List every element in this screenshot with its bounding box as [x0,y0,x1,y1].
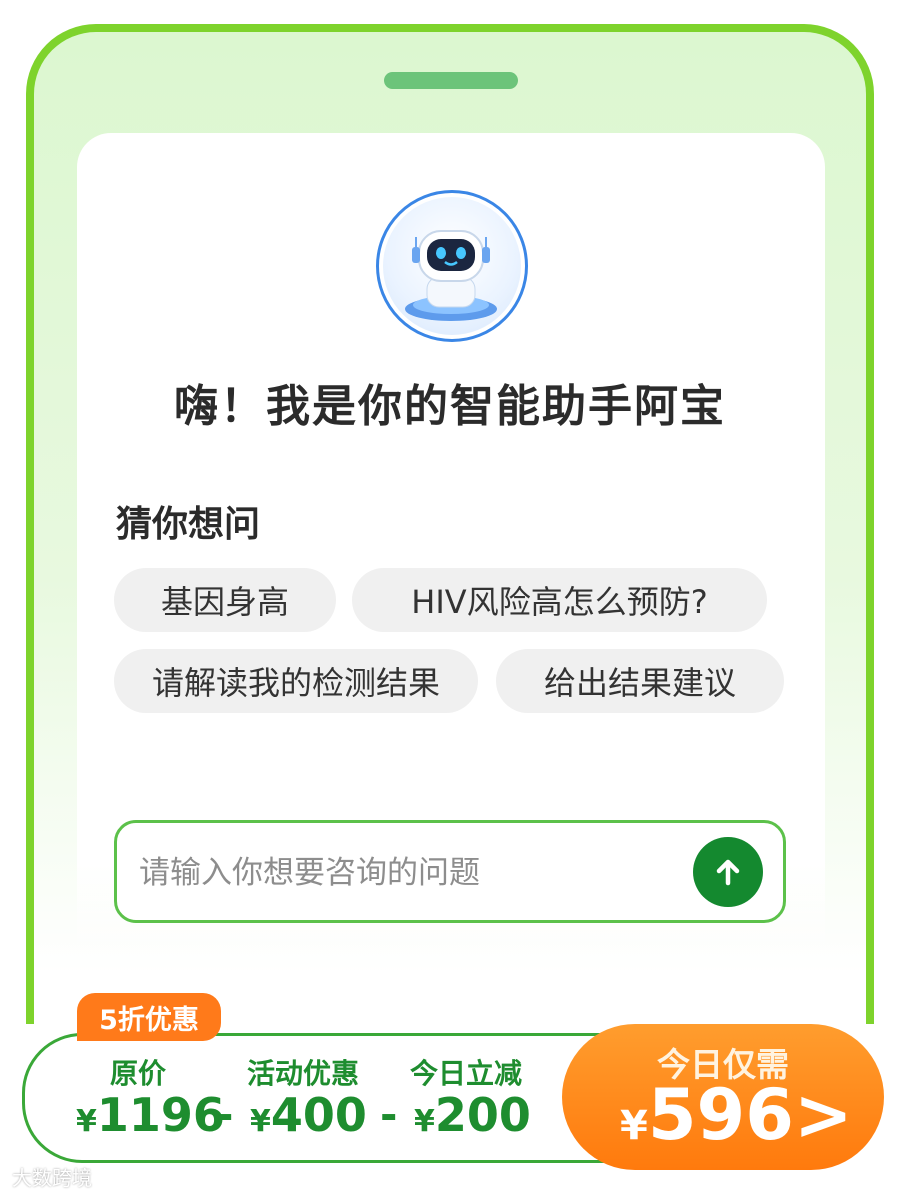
discount-badge: 5折优惠 [77,993,221,1041]
original-price-label: 原价 [110,1057,167,1090]
suggestion-chip-hiv-prevention[interactable]: HIV风险高怎么预防? [352,568,767,632]
minus-sign: - [380,1090,398,1139]
buy-now-button[interactable]: 今日仅需 ¥596> [562,1024,884,1170]
today-off-value: ¥200 [414,1088,531,1142]
suggestion-chip-gene-height[interactable]: 基因身高 [114,568,336,632]
suggestion-chip-result-advice[interactable]: 给出结果建议 [496,649,784,713]
drag-handle[interactable] [384,72,518,89]
suggestions-title: 猜你想问 [116,504,261,545]
watermark: 大数跨境 [12,1166,92,1190]
suggestion-chip-interpret-results[interactable]: 请解读我的检测结果 [114,649,478,713]
greeting-title: 嗨！我是你的智能助手阿宝 [174,381,726,432]
arrow-up-icon [716,859,740,886]
send-button[interactable] [693,837,763,907]
assistant-avatar [376,190,528,342]
original-price-value: ¥1196 [76,1088,225,1142]
minus-sign: - [216,1090,234,1139]
discount-price-label: 活动优惠 [247,1057,360,1090]
discount-price-value: ¥400 [250,1088,367,1142]
robot-avatar-icon [383,197,521,335]
today-off-label: 今日立减 [410,1057,523,1090]
question-input-box [114,820,786,923]
question-input[interactable] [139,849,679,897]
final-price: ¥596> [620,1074,853,1156]
